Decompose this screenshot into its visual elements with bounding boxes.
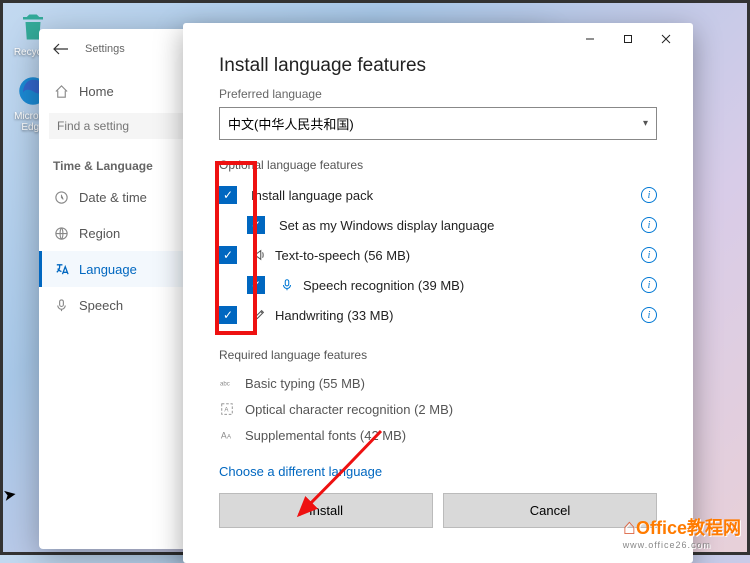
ocr-icon: A xyxy=(219,401,235,417)
required-ocr: A Optical character recognition (2 MB) xyxy=(219,396,657,422)
settings-sidebar: Home Time & Language Date & time Region xyxy=(39,69,197,549)
home-icon xyxy=(53,83,69,99)
preferred-language-label: Preferred language xyxy=(219,87,657,101)
svg-text:A: A xyxy=(221,431,227,441)
mic-icon xyxy=(279,277,295,293)
required-features-heading: Required language features xyxy=(219,348,657,362)
dialog-title: Install language features xyxy=(219,55,657,77)
language-selected: 中文(中华人民共和国) xyxy=(228,114,354,133)
install-pack-checkbox[interactable]: ✓ xyxy=(219,186,237,204)
tts-checkbox[interactable]: ✓ xyxy=(219,246,237,264)
back-button[interactable] xyxy=(49,37,73,61)
info-icon[interactable]: i xyxy=(641,307,657,323)
pen-icon xyxy=(251,307,267,323)
display-language-label: Set as my Windows display language xyxy=(279,218,494,233)
sidebar-language-label: Language xyxy=(79,262,137,277)
dialog-titlebar xyxy=(183,23,693,55)
language-icon xyxy=(53,261,69,277)
sidebar-item-speech[interactable]: Speech xyxy=(39,287,197,323)
sidebar-region-label: Region xyxy=(79,226,120,241)
choose-different-language-link[interactable]: Choose a different language xyxy=(219,464,382,479)
maximize-button[interactable] xyxy=(609,27,647,51)
option-handwriting: ✓ Handwriting (33 MB) i xyxy=(219,300,657,330)
search-input[interactable] xyxy=(49,113,187,139)
speaker-icon xyxy=(251,247,267,263)
display-language-checkbox[interactable]: ✓ xyxy=(247,216,265,234)
info-icon[interactable]: i xyxy=(641,217,657,233)
sidebar-item-datetime[interactable]: Date & time xyxy=(39,179,197,215)
svg-text:A: A xyxy=(227,434,232,441)
clock-icon xyxy=(53,189,69,205)
info-icon[interactable]: i xyxy=(641,277,657,293)
language-combobox[interactable]: 中文(中华人民共和国) ▾ xyxy=(219,107,657,140)
required-fonts: AA Supplemental fonts (42 MB) xyxy=(219,422,657,448)
info-icon[interactable]: i xyxy=(641,187,657,203)
mic-icon xyxy=(53,297,69,313)
sidebar-item-language[interactable]: Language xyxy=(39,251,197,287)
basic-typing-label: Basic typing (55 MB) xyxy=(245,376,365,391)
font-icon: AA xyxy=(219,427,235,443)
chevron-down-icon: ▾ xyxy=(643,118,648,129)
sidebar-home-label: Home xyxy=(79,84,114,99)
svg-text:abc: abc xyxy=(220,381,230,388)
speech-rec-label: Speech recognition (39 MB) xyxy=(303,278,464,293)
option-speech-recognition: ✓ Speech recognition (39 MB) i xyxy=(219,270,657,300)
handwriting-label: Handwriting (33 MB) xyxy=(275,308,394,323)
sidebar-category: Time & Language xyxy=(39,149,197,179)
globe-icon xyxy=(53,225,69,241)
minimize-button[interactable] xyxy=(571,27,609,51)
sidebar-item-region[interactable]: Region xyxy=(39,215,197,251)
optional-features-heading: Optional language features xyxy=(219,158,657,172)
settings-title: Settings xyxy=(85,43,125,55)
option-display-language: ✓ Set as my Windows display language i xyxy=(219,210,657,240)
sidebar-item-home[interactable]: Home xyxy=(39,73,197,109)
install-language-dialog: Install language features Preferred lang… xyxy=(183,23,693,563)
sidebar-datetime-label: Date & time xyxy=(79,190,147,205)
option-install-pack: ✓ Install language pack i xyxy=(219,180,657,210)
fonts-label: Supplemental fonts (42 MB) xyxy=(245,428,406,443)
install-pack-label: Install language pack xyxy=(251,188,373,203)
info-icon[interactable]: i xyxy=(641,247,657,263)
watermark-url: www.office26.com xyxy=(623,540,741,550)
close-button[interactable] xyxy=(647,27,685,51)
keyboard-icon: abc xyxy=(219,375,235,391)
sidebar-speech-label: Speech xyxy=(79,298,123,313)
watermark-brand: Office教程网 xyxy=(636,518,741,538)
speech-rec-checkbox[interactable]: ✓ xyxy=(247,276,265,294)
install-button[interactable]: Install xyxy=(219,493,433,528)
tts-label: Text-to-speech (56 MB) xyxy=(275,248,410,263)
required-basic-typing: abc Basic typing (55 MB) xyxy=(219,370,657,396)
option-tts: ✓ Text-to-speech (56 MB) i xyxy=(219,240,657,270)
svg-text:A: A xyxy=(224,407,229,414)
handwriting-checkbox[interactable]: ✓ xyxy=(219,306,237,324)
watermark: ⌂Office教程网 www.office26.com xyxy=(623,514,741,550)
ocr-label: Optical character recognition (2 MB) xyxy=(245,402,453,417)
